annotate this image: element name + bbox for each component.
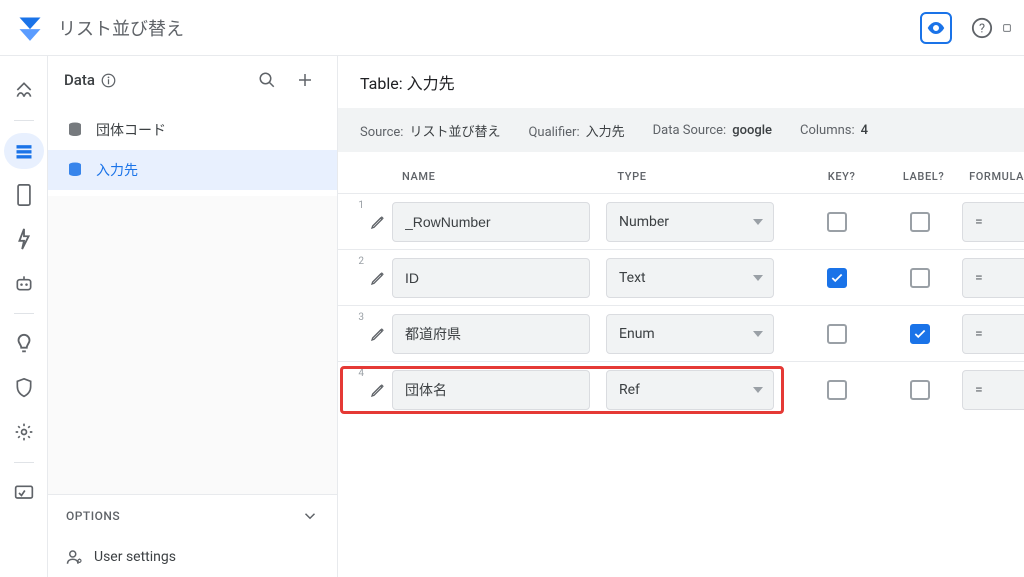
rail-actions-icon[interactable] [4, 221, 44, 257]
rail-intelligence-icon[interactable] [4, 326, 44, 362]
help-button[interactable]: ? [962, 8, 1002, 48]
row-index: 3 [350, 306, 364, 323]
rail-data-icon[interactable] [4, 133, 44, 169]
label-checkbox[interactable] [910, 268, 930, 288]
rail-security-icon[interactable] [4, 370, 44, 406]
formula-input[interactable]: = [962, 314, 1024, 354]
column-type-select[interactable]: Ref [606, 370, 774, 410]
top-bar: リスト並び替え ? [0, 0, 1024, 56]
column-name-input[interactable] [392, 370, 590, 410]
rows-container: 1 Number = 2 Text = 3 Enum = 4 Ref = [338, 193, 1024, 417]
row-index: 1 [350, 194, 364, 211]
edit-column-button[interactable] [364, 202, 392, 242]
options-toggle[interactable]: OPTIONS [48, 495, 337, 537]
col-header-label: LABEL? [882, 170, 965, 183]
caret-down-icon [753, 387, 763, 393]
user-settings-label: User settings [94, 549, 176, 565]
side-panel: Data 団体コード 入力先 [48, 56, 338, 577]
rail-bot-icon[interactable] [4, 265, 44, 301]
table-item[interactable]: 団体コード [48, 110, 337, 150]
caret-down-icon [753, 219, 763, 225]
formula-input[interactable]: = [962, 258, 1024, 298]
appsheet-logo-icon [16, 14, 44, 42]
row-index: 2 [350, 250, 364, 267]
col-header-name: NAME [360, 170, 617, 183]
table-item-label: 入力先 [96, 160, 138, 180]
database-icon [66, 161, 84, 179]
edit-column-button[interactable] [364, 258, 392, 298]
edit-column-button[interactable] [364, 370, 392, 410]
column-row: 3 Enum = [338, 305, 1024, 361]
col-header-key: KEY? [801, 170, 882, 183]
column-headers: NAME TYPE KEY? LABEL? FORMULA [338, 152, 1024, 193]
left-rail [0, 56, 48, 577]
options-label: OPTIONS [66, 509, 120, 523]
content-header: Table: 入力先 [338, 56, 1024, 108]
key-checkbox[interactable] [827, 324, 847, 344]
caret-down-icon [753, 331, 763, 337]
caret-down-icon [753, 275, 763, 281]
user-settings-button[interactable]: User settings [48, 537, 337, 577]
column-row: 2 Text = [338, 249, 1024, 305]
preview-button[interactable] [920, 12, 952, 44]
col-header-type: TYPE [617, 170, 801, 183]
column-name-input[interactable] [392, 202, 590, 242]
label-checkbox[interactable] [910, 212, 930, 232]
row-index: 4 [350, 362, 364, 379]
col-header-formula: FORMULA [965, 170, 1024, 183]
key-checkbox[interactable] [827, 268, 847, 288]
column-type-select[interactable]: Number [606, 202, 774, 242]
meta-bar: Source:リスト並び替え Qualifier:入力先 Data Source… [338, 108, 1024, 152]
svg-text:?: ? [979, 21, 985, 36]
rail-views-icon[interactable] [4, 177, 44, 213]
label-checkbox[interactable] [910, 380, 930, 400]
column-type-select[interactable]: Text [606, 258, 774, 298]
info-icon[interactable] [101, 73, 116, 88]
key-checkbox[interactable] [827, 212, 847, 232]
label-checkbox[interactable] [910, 324, 930, 344]
table-item-label: 団体コード [96, 120, 166, 140]
side-panel-title: Data [64, 71, 95, 89]
database-icon [66, 121, 84, 139]
user-settings-icon [66, 548, 84, 566]
key-checkbox[interactable] [827, 380, 847, 400]
rail-manage-icon[interactable] [4, 475, 44, 511]
table-title: Table: 入力先 [360, 70, 1002, 94]
formula-input[interactable]: = [962, 370, 1024, 410]
table-list: 団体コード 入力先 [48, 104, 337, 196]
add-table-button[interactable] [289, 64, 321, 96]
formula-input[interactable]: = [962, 202, 1024, 242]
side-panel-header: Data [48, 56, 337, 104]
chevron-down-icon [301, 507, 319, 525]
rail-home-icon[interactable] [4, 72, 44, 108]
column-row: 1 Number = [338, 193, 1024, 249]
column-name-input[interactable] [392, 258, 590, 298]
main-content: Table: 入力先 Source:リスト並び替え Qualifier:入力先 … [338, 56, 1024, 577]
rail-settings-icon[interactable] [4, 414, 44, 450]
column-row: 4 Ref = [338, 361, 1024, 417]
search-icon[interactable] [251, 64, 283, 96]
app-title: リスト並び替え [58, 15, 184, 41]
table-item[interactable]: 入力先 [48, 150, 337, 190]
edit-column-button[interactable] [364, 314, 392, 354]
column-type-select[interactable]: Enum [606, 314, 774, 354]
column-name-input[interactable] [392, 314, 590, 354]
account-button[interactable] [1002, 8, 1012, 48]
